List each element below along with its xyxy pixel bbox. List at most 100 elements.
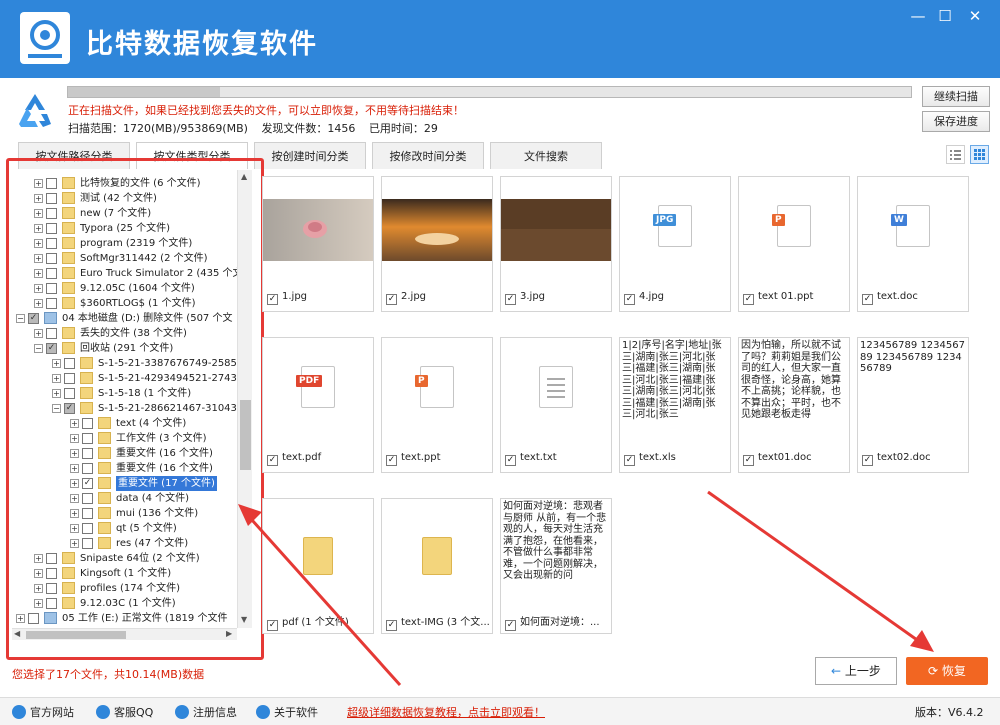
grid-view-icon[interactable] xyxy=(970,145,989,164)
scan-progress-bar xyxy=(67,86,912,98)
continue-scan-button[interactable]: 继续扫描 xyxy=(922,86,990,107)
jpg-file-icon: JPG xyxy=(620,177,730,285)
folder-icon xyxy=(80,402,93,414)
tree-vertical-scrollbar[interactable]: ▲ ▼ xyxy=(237,170,252,628)
folder-icon xyxy=(80,357,93,369)
folder-icon xyxy=(98,447,111,459)
about-link[interactable]: 关于软件 xyxy=(256,704,318,720)
minimize-button[interactable]: — xyxy=(905,6,931,26)
folder-icon xyxy=(62,252,75,264)
folder-icon xyxy=(62,597,75,609)
folder-icon xyxy=(98,417,111,429)
folder-icon xyxy=(62,282,75,294)
file-card[interactable]: ✓ 1.jpg xyxy=(262,176,374,312)
text-preview: 因为怕输，所以就不试了吗？莉莉姐是我们公司的红人，但大家一直很奇怪，论身高，她算… xyxy=(741,340,841,420)
scroll-up-icon[interactable]: ▲ xyxy=(241,172,247,181)
folder-icon xyxy=(62,192,75,204)
pdf-file-icon: PDF xyxy=(263,338,373,446)
folder-icon xyxy=(62,237,75,249)
scan-stats: 扫描范围：1720(MB)/953869(MB) 发现文件数：1456 已用时间… xyxy=(68,120,448,136)
file-card[interactable]: ✓ 3.jpg xyxy=(500,176,612,312)
info-icon xyxy=(256,705,270,719)
folder-icon xyxy=(98,477,111,489)
folder-icon xyxy=(62,222,75,234)
register-link[interactable]: 注册信息 xyxy=(175,704,237,720)
title-bar: 比特数据恢复软件 — ☐ ✕ xyxy=(0,0,1000,78)
folder-card[interactable]: ✓ pdf (1 个文件) xyxy=(262,498,374,634)
file-grid: ✓ 1.jpg ✓ 2.jpg ✓ 3.jpg JPG ✓ 4.jpg P ✓ text … xyxy=(262,170,992,645)
tree-horizontal-scrollbar[interactable]: ◀ ▶ xyxy=(12,628,237,640)
tab-modified[interactable]: 按修改时间分类 xyxy=(372,142,484,169)
file-card[interactable]: 如何面对逆境：悲观者与厨师 从前，有一个悲观的人，每天对生活充满了抱怨，在他看来… xyxy=(500,498,612,634)
file-card[interactable]: W ✓ text.doc xyxy=(857,176,969,312)
folder-icon xyxy=(62,177,75,189)
ppt-file-icon: P xyxy=(739,177,849,285)
photo-thumbnail xyxy=(263,177,373,285)
folder-icon xyxy=(80,387,93,399)
folder-icon xyxy=(62,267,75,279)
folder-icon xyxy=(98,507,111,519)
scroll-left-icon[interactable]: ◀ xyxy=(14,629,20,638)
user-icon xyxy=(175,705,189,719)
file-card[interactable]: 因为怕输，所以就不试了吗？莉莉姐是我们公司的红人，但大家一直很奇怪，论身高，她算… xyxy=(738,337,850,473)
folder-icon xyxy=(98,522,111,534)
text-preview: 如何面对逆境：悲观者与厨师 从前，有一个悲观的人，每天对生活充满了抱怨，在他看来… xyxy=(503,501,607,581)
recover-button[interactable]: ⟳ 恢复 xyxy=(906,657,988,685)
found-count: 发现文件数：1456 xyxy=(261,122,356,135)
file-card[interactable]: ✓ text.txt xyxy=(500,337,612,473)
folder-icon xyxy=(303,537,333,575)
tab-search[interactable]: 文件搜索 xyxy=(490,142,602,169)
tab-path[interactable]: 按文件路径分类 xyxy=(18,142,130,169)
home-icon xyxy=(12,705,26,719)
website-link[interactable]: 官方网站 xyxy=(12,704,74,720)
ppt-file-icon: P xyxy=(382,338,492,446)
folder-icon xyxy=(62,207,75,219)
scroll-thumb[interactable] xyxy=(240,400,251,470)
file-card[interactable]: JPG ✓ 4.jpg xyxy=(619,176,731,312)
txt-file-icon xyxy=(501,338,611,446)
folder-icon xyxy=(62,327,75,339)
drive-icon xyxy=(44,612,57,624)
version-label: 版本：V6.4.2 xyxy=(915,706,984,719)
refresh-icon: ⟳ xyxy=(928,664,942,678)
scroll-thumb[interactable] xyxy=(26,631,126,639)
folder-icon xyxy=(62,342,75,354)
list-view-icon[interactable] xyxy=(946,145,965,164)
file-card[interactable]: ✓ 2.jpg xyxy=(381,176,493,312)
photo-thumbnail xyxy=(501,177,611,285)
scan-warning: 正在扫描文件，如果已经找到您丢失的文件，可以立即恢复，不用等待扫描结束！ xyxy=(68,104,464,117)
text-preview: 123456789 123456789 123456789 123456789 xyxy=(860,340,965,374)
folder-icon xyxy=(62,582,75,594)
file-card[interactable]: PDF ✓ text.pdf xyxy=(262,337,374,473)
close-button[interactable]: ✕ xyxy=(962,6,988,26)
save-progress-button[interactable]: 保存进度 xyxy=(922,111,990,132)
photo-thumbnail xyxy=(382,177,492,285)
selection-info: 您选择了17个文件，共10.14(MB)数据 xyxy=(12,668,205,681)
elapsed-time: 已用时间：29 xyxy=(368,122,438,135)
folder-tree: + 比特恢复的文件 (6 个文件) + 测试 (42 个文件) + new (7 个文… xyxy=(12,170,257,640)
drive-icon xyxy=(44,312,57,324)
scroll-right-icon[interactable]: ▶ xyxy=(226,629,232,638)
folder-icon xyxy=(62,567,75,579)
tab-created[interactable]: 按创建时间分类 xyxy=(254,142,366,169)
file-card[interactable]: 123456789 123456789 123456789 123456789 … xyxy=(857,337,969,473)
file-card[interactable]: 1|2|序号|名字|地址|张三|湖南|张三|河北|张三|福建|张三|湖南|张三|… xyxy=(619,337,731,473)
status-bar: 官方网站 客服QQ 注册信息 关于软件 超级详细数据恢复教程，点击立即观看！ 版… xyxy=(0,697,1000,725)
folder-icon xyxy=(80,372,93,384)
folder-icon xyxy=(62,297,75,309)
folder-card[interactable]: ✓ text-IMG (3 个文... xyxy=(381,498,493,634)
qq-link[interactable]: 客服QQ xyxy=(96,704,153,720)
maximize-button[interactable]: ☐ xyxy=(932,6,958,26)
doc-file-icon: W xyxy=(858,177,968,285)
back-button[interactable]: ← 上一步 xyxy=(815,657,897,685)
scroll-down-icon[interactable]: ▼ xyxy=(241,615,247,624)
arrow-left-icon: ← xyxy=(831,664,845,678)
qq-icon xyxy=(96,705,110,719)
tab-type[interactable]: 按文件类型分类 xyxy=(136,142,248,169)
folder-icon xyxy=(98,462,111,474)
scan-range: 扫描范围：1720(MB)/953869(MB) xyxy=(68,122,248,135)
file-card[interactable]: P ✓ text.ppt xyxy=(381,337,493,473)
file-card[interactable]: P ✓ text 01.ppt xyxy=(738,176,850,312)
tutorial-link[interactable]: 超级详细数据恢复教程，点击立即观看！ xyxy=(347,704,545,720)
app-title: 比特数据恢复软件 xyxy=(86,29,318,60)
